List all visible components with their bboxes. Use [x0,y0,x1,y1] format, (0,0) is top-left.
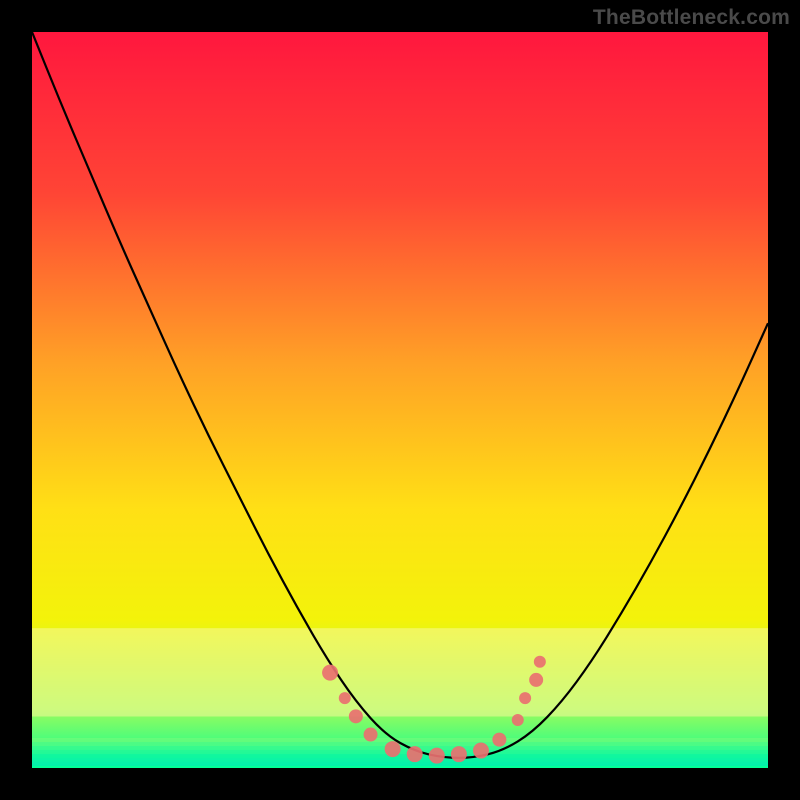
highlight-marker [364,728,378,742]
highlight-marker [339,692,351,704]
chart-svg [32,32,768,768]
highlight-marker [534,656,546,668]
highlight-marker [473,743,489,759]
pale-band [32,628,768,716]
highlight-marker [322,665,338,681]
highlight-marker [451,746,467,762]
highlight-marker [407,746,423,762]
watermark-text: TheBottleneck.com [593,6,790,30]
highlight-marker [385,741,401,757]
highlight-marker [512,714,524,726]
highlight-marker [492,733,506,747]
highlight-marker [519,692,531,704]
plot-area [32,32,768,768]
highlight-marker [429,748,445,764]
chart-frame: TheBottleneck.com [0,0,800,800]
highlight-marker [349,709,363,723]
highlight-marker [529,673,543,687]
